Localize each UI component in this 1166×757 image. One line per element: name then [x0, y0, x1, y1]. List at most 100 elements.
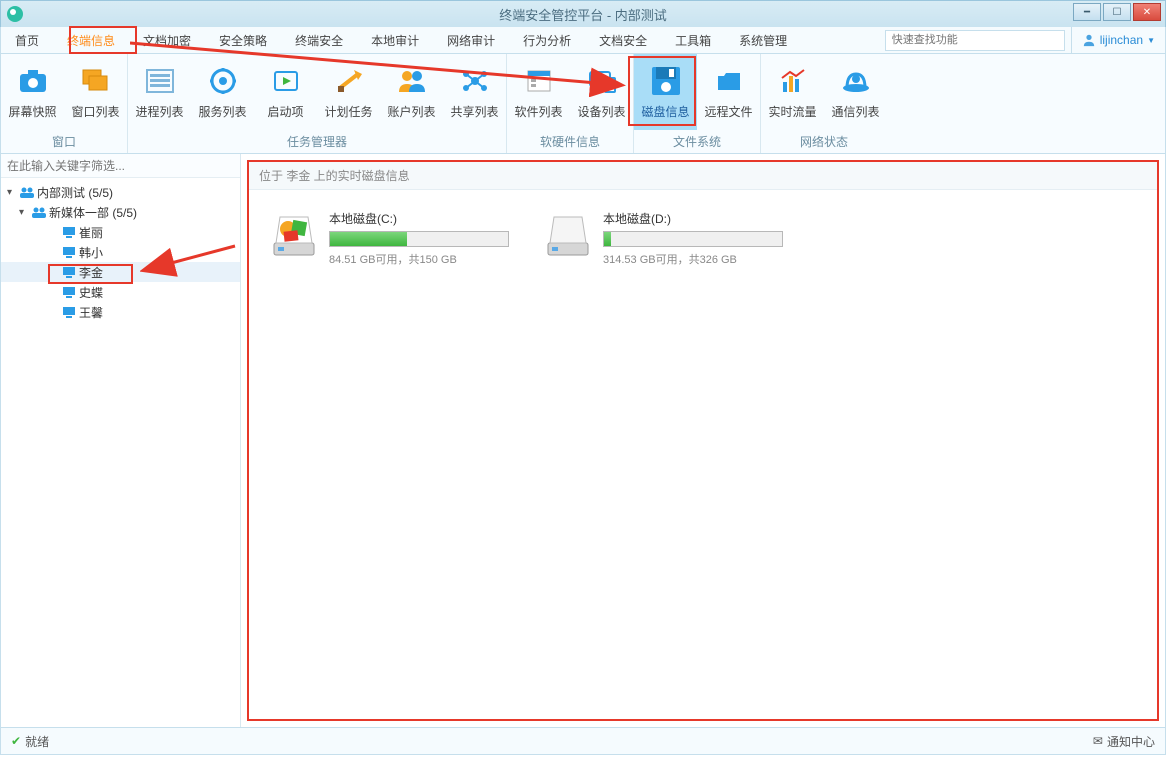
tree-member[interactable]: 史蝶	[1, 282, 240, 302]
monitor-icon	[61, 265, 77, 279]
expander-icon[interactable]: ▾	[7, 187, 17, 198]
ribbon-traffic[interactable]: 实时流量	[761, 54, 824, 130]
tree-member[interactable]: 王馨	[1, 302, 240, 322]
ribbon-startup[interactable]: 启动项	[254, 54, 317, 130]
ribbon-group-label: 软硬件信息	[507, 130, 633, 153]
tree-member[interactable]: 崔丽	[1, 222, 240, 242]
menu-terminal-info[interactable]: 终端信息	[53, 27, 129, 53]
monitor-icon	[61, 225, 77, 239]
tree-group[interactable]: ▾ 新媒体一部 (5/5)	[1, 202, 240, 222]
disk-name: 本地磁盘(D:)	[603, 210, 803, 227]
ribbon-comm-list[interactable]: 通信列表	[824, 54, 887, 130]
disk-icon	[650, 65, 682, 97]
tree-member-selected[interactable]: 李金	[1, 262, 240, 282]
ribbon-group-network: 实时流量 通信列表 网络状态	[761, 54, 887, 153]
disk-item[interactable]: 本地磁盘(D:) 314.53 GB可用，共326 GB	[543, 210, 803, 267]
tree-label: 史蝶	[79, 284, 103, 301]
status-ready: ✔ 就绪	[11, 733, 49, 750]
monitor-icon	[61, 305, 77, 319]
disk-usage-bar	[329, 231, 509, 247]
ribbon-screenshot[interactable]: 屏幕快照	[1, 54, 64, 130]
ribbon-process-list[interactable]: 进程列表	[128, 54, 191, 130]
ribbon-schedule[interactable]: 计划任务	[317, 54, 380, 130]
process-icon	[144, 65, 176, 97]
ribbon-group-hwsw: 软件列表 设备列表 软硬件信息	[507, 54, 634, 153]
remote-file-icon	[713, 65, 745, 97]
statusbar: ✔ 就绪 ✉ 通知中心	[0, 728, 1166, 755]
disk-usage-text: 84.51 GB可用，共150 GB	[329, 251, 529, 267]
startup-icon	[270, 65, 302, 97]
tree: ▾ 内部测试 (5/5) ▾ 新媒体一部 (5/5) 崔丽 韩小 李金	[1, 178, 240, 727]
service-icon	[207, 65, 239, 97]
expander-icon[interactable]: ▾	[19, 207, 29, 218]
disk-usage-bar	[603, 231, 783, 247]
user-icon	[1082, 33, 1096, 47]
menu-system-manage[interactable]: 系统管理	[725, 27, 801, 53]
tree-root[interactable]: ▾ 内部测试 (5/5)	[1, 182, 240, 202]
ribbon-group-window: 屏幕快照 窗口列表 窗口	[1, 54, 128, 153]
ribbon-window-list[interactable]: 窗口列表	[64, 54, 127, 130]
ribbon-group-taskmgr: 进程列表 服务列表 启动项 计划任务 账户列表 共享列表	[128, 54, 507, 153]
ribbon-remote-file[interactable]: 远程文件	[697, 54, 760, 130]
content-header: 位于 李金 上的实时磁盘信息	[249, 162, 1157, 190]
notification-center[interactable]: ✉ 通知中心	[1093, 733, 1155, 750]
tree-label: 韩小	[79, 244, 103, 261]
ribbon-group-filesystem: 磁盘信息 远程文件 文件系统	[634, 54, 761, 153]
menu-toolbox[interactable]: 工具箱	[661, 27, 725, 53]
sidebar: ▾ 内部测试 (5/5) ▾ 新媒体一部 (5/5) 崔丽 韩小 李金	[1, 154, 241, 727]
dropdown-icon: ▼	[1147, 36, 1155, 45]
minimize-button[interactable]: ━	[1073, 3, 1101, 21]
ribbon-software[interactable]: 软件列表	[507, 54, 570, 130]
menu-home[interactable]: 首页	[1, 27, 53, 53]
menu-network-audit[interactable]: 网络审计	[433, 27, 509, 53]
menu-terminal-security[interactable]: 终端安全	[281, 27, 357, 53]
menu-doc-security[interactable]: 文档安全	[585, 27, 661, 53]
user-menu[interactable]: lijinchan ▼	[1071, 27, 1165, 53]
tree-label: 内部测试 (5/5)	[37, 184, 113, 201]
ribbon-accounts[interactable]: 账户列表	[380, 54, 443, 130]
monitor-icon	[61, 285, 77, 299]
search-input[interactable]	[885, 30, 1065, 51]
ribbon-group-label: 网络状态	[761, 130, 887, 153]
close-button[interactable]: ✕	[1133, 3, 1161, 21]
ribbon-devices[interactable]: 设备列表	[570, 54, 633, 130]
camera-icon	[17, 65, 49, 97]
ribbon: 屏幕快照 窗口列表 窗口 进程列表 服务列表 启动项	[0, 54, 1166, 154]
notify-label: 通知中心	[1107, 733, 1155, 750]
titlebar: 终端安全管控平台 - 内部测试 ━ ☐ ✕	[0, 0, 1166, 27]
content: 位于 李金 上的实时磁盘信息 本地磁盘(C:) 84.51 GB可用，共150 …	[241, 154, 1165, 727]
menu-security-policy[interactable]: 安全策略	[205, 27, 281, 53]
disk-name: 本地磁盘(C:)	[329, 210, 529, 227]
share-icon	[459, 65, 491, 97]
maximize-button[interactable]: ☐	[1103, 3, 1131, 21]
menu-behavior[interactable]: 行为分析	[509, 27, 585, 53]
disk-item[interactable]: 本地磁盘(C:) 84.51 GB可用，共150 GB	[269, 210, 529, 267]
window-title: 终端安全管控平台 - 内部测试	[499, 5, 667, 24]
monitor-icon	[61, 245, 77, 259]
menu-local-audit[interactable]: 本地审计	[357, 27, 433, 53]
software-icon	[523, 65, 555, 97]
ribbon-share[interactable]: 共享列表	[443, 54, 506, 130]
group-icon	[19, 185, 35, 199]
windows-icon	[80, 65, 112, 97]
window-controls: ━ ☐ ✕	[1073, 3, 1161, 21]
tree-member[interactable]: 韩小	[1, 242, 240, 262]
app-logo-icon	[7, 6, 23, 22]
mail-icon: ✉	[1093, 734, 1103, 748]
tree-label: 崔丽	[79, 224, 103, 241]
ribbon-service-list[interactable]: 服务列表	[191, 54, 254, 130]
ribbon-group-label: 文件系统	[634, 130, 760, 153]
filter-input[interactable]	[1, 154, 240, 178]
body: ▾ 内部测试 (5/5) ▾ 新媒体一部 (5/5) 崔丽 韩小 李金	[0, 154, 1166, 728]
devices-icon	[586, 65, 618, 97]
drive-d-icon	[543, 210, 593, 260]
tree-label: 新媒体一部 (5/5)	[49, 204, 137, 221]
tree-label: 王馨	[79, 304, 103, 321]
ribbon-disk-info[interactable]: 磁盘信息	[634, 54, 697, 130]
schedule-icon	[333, 65, 365, 97]
group-icon	[31, 205, 47, 219]
content-panel: 位于 李金 上的实时磁盘信息 本地磁盘(C:) 84.51 GB可用，共150 …	[247, 160, 1159, 721]
menu-doc-encrypt[interactable]: 文档加密	[129, 27, 205, 53]
ribbon-group-label: 任务管理器	[128, 130, 506, 153]
check-icon: ✔	[11, 734, 21, 748]
